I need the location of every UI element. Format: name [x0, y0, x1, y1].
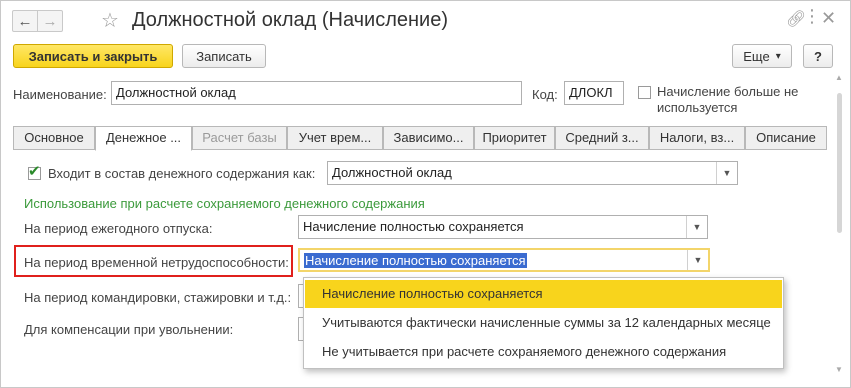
save-and-close-button[interactable]: Записать и закрыть: [13, 44, 173, 68]
vacation-label: На период ежегодного отпуска:: [24, 221, 213, 236]
not-used-checkbox[interactable]: [638, 86, 651, 99]
back-button[interactable]: ←: [12, 10, 38, 32]
dropdown-option[interactable]: Начисление полностью сохраняется: [305, 280, 782, 308]
chevron-down-icon[interactable]: ▼: [686, 216, 707, 238]
dropdown-option[interactable]: Не учитывается при расчете сохраняемого …: [305, 338, 782, 366]
code-label: Код:: [532, 87, 558, 102]
tab-money[interactable]: Денежное ...: [95, 126, 192, 151]
not-used-label: Начисление больше не используется: [657, 84, 798, 116]
include-label: Входит в состав денежного содержания как…: [48, 166, 316, 181]
window-title: Должностной оклад (Начисление): [132, 9, 449, 31]
name-label: Наименование:: [13, 87, 107, 102]
tab-base-calculation[interactable]: Расчет базы: [192, 126, 287, 150]
code-input[interactable]: ДЛОКЛ: [564, 81, 624, 105]
scroll-up-icon[interactable]: ▲: [835, 73, 843, 82]
chevron-down-icon[interactable]: ▼: [716, 162, 737, 184]
disability-select-value: Начисление полностью сохраняется: [304, 253, 527, 268]
include-select-value: Должностной оклад: [332, 165, 452, 180]
dropdown-list: Начисление полностью сохраняется Учитыва…: [303, 277, 784, 369]
checkmark-icon: ✔: [28, 163, 41, 180]
business-trip-label: На период командировки, стажировки и т.д…: [24, 290, 292, 305]
vacation-select[interactable]: Начисление полностью сохраняется ▼: [298, 215, 708, 239]
more-options-icon[interactable]: ⋮: [803, 6, 821, 27]
forward-button[interactable]: →: [37, 10, 63, 32]
form-window: ← → ☆ Должностной оклад (Начисление) 🔗︎ …: [0, 0, 851, 388]
scroll-down-icon[interactable]: ▼: [835, 365, 843, 374]
save-button[interactable]: Записать: [182, 44, 266, 68]
tab-time-accounting[interactable]: Учет врем...: [287, 126, 383, 150]
disability-select[interactable]: Начисление полностью сохраняется ▼: [298, 248, 710, 272]
name-input[interactable]: Должностной оклад: [111, 81, 522, 105]
compensation-label: Для компенсации при увольнении:: [24, 322, 234, 337]
include-select[interactable]: Должностной оклад ▼: [327, 161, 738, 185]
more-menu-button[interactable]: Еще ▾: [732, 44, 792, 68]
chevron-down-icon: ▾: [775, 50, 781, 62]
not-used-label-line2: используется: [657, 100, 738, 115]
vacation-select-value: Начисление полностью сохраняется: [303, 219, 524, 234]
tab-average-earnings[interactable]: Средний з...: [555, 126, 649, 150]
scrollbar-thumb[interactable]: [837, 93, 842, 233]
tab-dependencies[interactable]: Зависимо...: [383, 126, 474, 150]
tab-priority[interactable]: Приоритет: [474, 126, 555, 150]
dropdown-option[interactable]: Учитываются фактически начисленные суммы…: [305, 309, 782, 337]
tab-taxes[interactable]: Налоги, вз...: [649, 126, 745, 150]
close-icon[interactable]: ✕: [821, 8, 836, 29]
chevron-down-icon[interactable]: ▼: [687, 250, 708, 270]
help-button[interactable]: ?: [803, 44, 833, 68]
arrow-right-icon: →: [42, 12, 58, 30]
more-menu-label: Еще: [743, 48, 770, 64]
arrow-left-icon: ←: [17, 12, 33, 30]
favorite-star-icon[interactable]: ☆: [101, 8, 119, 33]
tab-description[interactable]: Описание: [745, 126, 827, 150]
section-title: Использование при расчете сохраняемого д…: [24, 196, 425, 211]
tab-basic[interactable]: Основное: [13, 126, 95, 150]
not-used-label-line1: Начисление больше не: [657, 84, 799, 99]
disability-label: На период временной нетрудоспособности:: [24, 255, 289, 270]
